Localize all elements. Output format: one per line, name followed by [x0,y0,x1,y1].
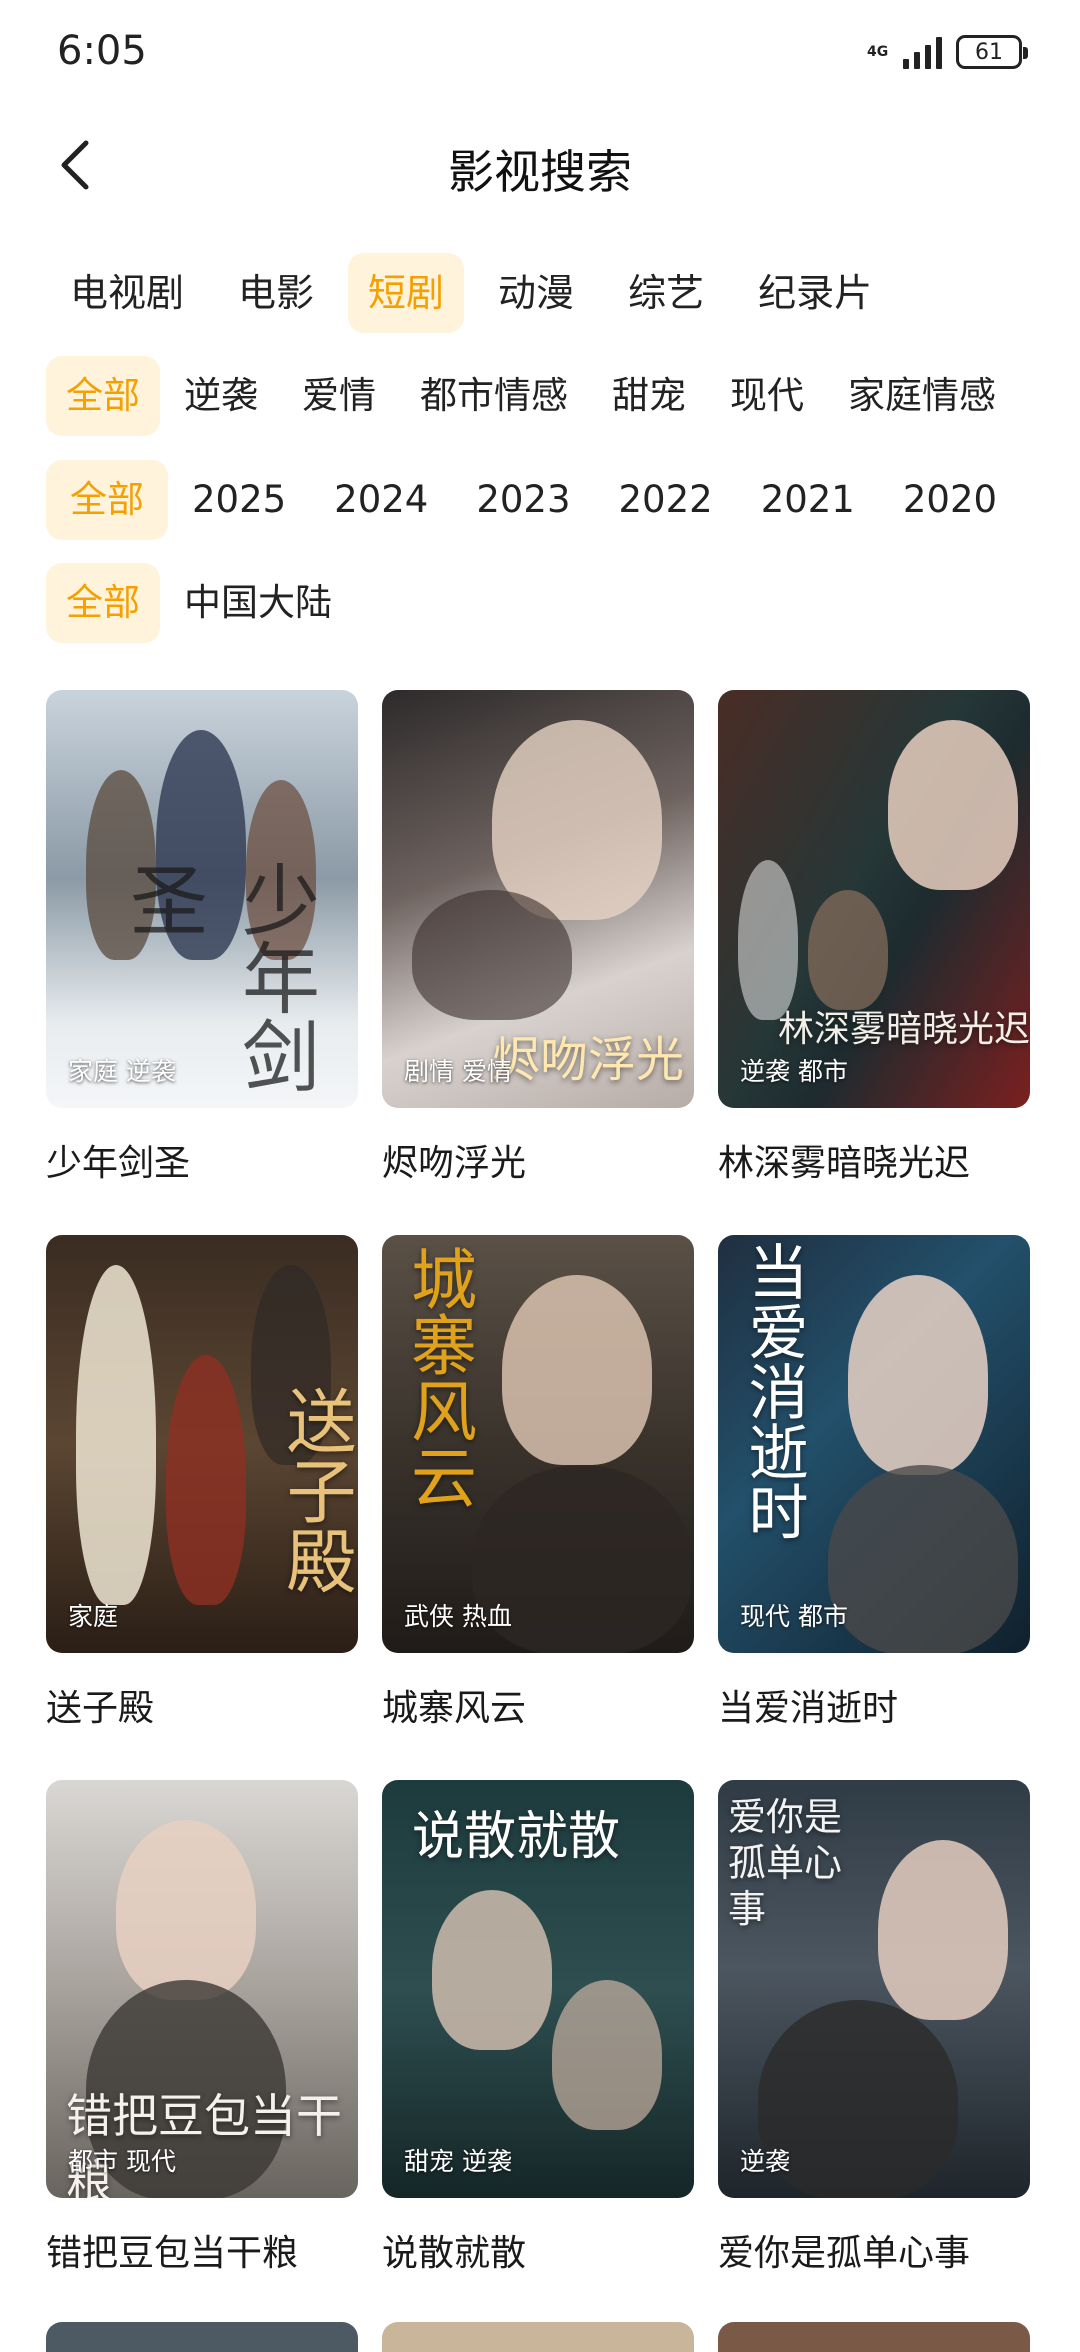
year-chip[interactable]: 2024 [310,460,452,540]
drama-card[interactable]: 送子殿 家庭 送子殿 [46,1235,358,1780]
poster-tags: 现代 都市 [740,1602,848,1631]
poster-tags: 甜宠 逆袭 [404,2147,512,2176]
year-all[interactable]: 全部 [46,460,168,540]
poster-image: 当爱消逝时 现代 都市 [718,1235,1030,1653]
tab-documentary[interactable]: 纪录片 [738,253,892,333]
poster-image-peek [382,2322,694,2352]
poster-title-art: 错把豆包当干粮 [66,2089,342,2198]
status-bar: 6:05 4G 61 [0,0,1080,105]
poster-title-art: 林深雾暗晓光迟 [778,1009,1030,1050]
tab-variety[interactable]: 综艺 [608,253,724,333]
battery-level: 61 [975,39,1003,65]
header: 影视搜索 [0,110,1080,220]
network-type-label: 4G [867,44,889,60]
drama-card[interactable]: 烬吻浮光 剧情 爱情 烬吻浮光 [382,690,694,1235]
poster-title-art: 城寨风云 [400,1245,477,1509]
poster-tags: 逆袭 [740,2147,791,2176]
year-chip[interactable]: 2022 [595,460,737,540]
drama-card[interactable]: 说散就散 甜宠 逆袭 说散就散 [382,1780,694,2325]
region-all[interactable]: 全部 [46,563,160,643]
drama-card[interactable]: 城寨风云 武侠 热血 城寨风云 [382,1235,694,1780]
poster-tags: 武侠 热血 [404,1602,512,1631]
card-title: 烬吻浮光 [382,1143,527,1184]
card-title: 城寨风云 [382,1688,527,1729]
poster-title-art: 爱你是孤单心事 [728,1795,843,1931]
card-title: 爱你是孤单心事 [718,2233,971,2274]
year-chip[interactable]: 2023 [452,460,594,540]
card-title: 林深雾暗晓光迟 [718,1143,971,1184]
battery-icon: 61 [956,35,1028,69]
drama-card[interactable]: 林深雾暗晓光迟 逆袭 都市 林深雾暗晓光迟 [718,690,1030,1235]
page-title: 影视搜索 [448,145,632,199]
tab-tv-series[interactable]: 电视剧 [50,253,204,333]
poster-image: 说散就散 甜宠 逆袭 [382,1780,694,2198]
poster-title-art: 当爱消逝时 [738,1241,808,1541]
tab-movie[interactable]: 电影 [218,253,334,333]
genre-chip[interactable]: 现代 [710,356,824,436]
tab-short-drama[interactable]: 短剧 [348,253,465,333]
drama-card[interactable]: 少年剑圣 家庭 逆袭 少年剑圣 [46,690,358,1235]
poster-tags: 家庭 [68,1602,119,1631]
status-time: 6:05 [57,28,147,74]
year-chip[interactable]: 2025 [168,460,310,540]
genre-chip[interactable]: 甜宠 [592,356,706,436]
poster-image: 城寨风云 武侠 热血 [382,1235,694,1653]
card-title: 少年剑圣 [46,1143,191,1184]
genre-chip[interactable]: 爱情 [282,356,396,436]
poster-image-peek [718,2322,1030,2352]
results-grid: 少年剑圣 家庭 逆袭 少年剑圣 烬吻浮光 剧情 爱情 烬吻浮光 林深雾暗晓光迟 … [46,690,1046,2325]
poster-image: 送子殿 家庭 [46,1235,358,1653]
card-title: 送子殿 [46,1688,155,1729]
poster-tags: 家庭 逆袭 [68,1057,176,1086]
region-filter: 全部 中国大陆 [46,563,352,643]
genre-chip[interactable]: 逆袭 [164,356,278,436]
poster-image: 错把豆包当干粮 都市 现代 [46,1780,358,2198]
poster-tags: 逆袭 都市 [740,1057,848,1086]
drama-card[interactable]: 当爱消逝时 现代 都市 当爱消逝时 [718,1235,1030,1780]
card-title: 错把豆包当干粮 [46,2233,299,2274]
genre-chip[interactable]: 都市情感 [400,356,588,436]
poster-title-art: 说散就散 [412,1807,621,1867]
poster-title-art: 送子殿 [275,1385,357,1595]
tab-anime[interactable]: 动漫 [478,253,594,333]
genre-all[interactable]: 全部 [46,356,160,436]
drama-card[interactable]: 爱你是孤单心事 逆袭 爱你是孤单心事 [718,1780,1030,2325]
poster-image: 少年剑圣 家庭 逆袭 [46,690,358,1108]
year-chip[interactable]: 2020 [879,460,1021,540]
year-filter: 全部 2025 2024 2023 2022 2021 2020 [46,460,1021,540]
genre-chip[interactable]: 家庭情感 [828,356,1016,436]
poster-image: 爱你是孤单心事 逆袭 [718,1780,1030,2198]
poster-image: 林深雾暗晓光迟 逆袭 都市 [718,690,1030,1108]
poster-image-peek [46,2322,358,2352]
poster-tags: 剧情 爱情 [404,1057,512,1086]
signal-icon [903,35,942,69]
poster-title-art: 烬吻浮光 [492,1032,685,1088]
status-icons: 4G 61 [867,30,1028,74]
region-chip[interactable]: 中国大陆 [164,563,352,643]
genre-filter: 全部 逆袭 爱情 都市情感 甜宠 现代 家庭情感 [46,356,1016,436]
card-title: 说散就散 [382,2233,527,2274]
year-chip[interactable]: 2021 [737,460,879,540]
poster-image: 烬吻浮光 剧情 爱情 [382,690,694,1108]
category-tabs: 电视剧 电影 短剧 动漫 综艺 纪录片 [50,253,892,333]
card-title: 当爱消逝时 [718,1688,899,1729]
poster-tags: 都市 现代 [68,2147,176,2176]
drama-card[interactable]: 错把豆包当干粮 都市 现代 错把豆包当干粮 [46,1780,358,2325]
